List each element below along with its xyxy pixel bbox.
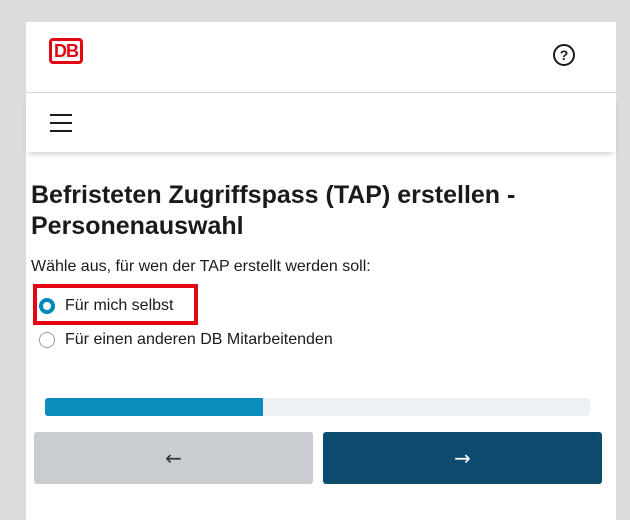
progress-fill xyxy=(45,398,263,416)
back-button[interactable]: ← xyxy=(34,432,313,484)
app-frame: DB ? Befristeten Zugriffspass (TAP) erst… xyxy=(26,22,616,520)
hamburger-menu-icon[interactable] xyxy=(50,114,72,132)
db-logo[interactable]: DB xyxy=(49,38,83,64)
option-self[interactable]: Für mich selbst xyxy=(31,294,616,318)
next-button[interactable]: → xyxy=(323,432,602,484)
radio-self[interactable] xyxy=(39,298,55,314)
progress-bar xyxy=(45,398,590,416)
option-other-employee-label: Für einen anderen DB Mitarbeitenden xyxy=(65,331,333,348)
option-other-employee[interactable]: Für einen anderen DB Mitarbeitenden xyxy=(31,328,616,352)
person-options: Für mich selbst Für einen anderen DB Mit… xyxy=(31,284,616,352)
main-content: Befristeten Zugriffspass (TAP) erstellen… xyxy=(26,152,616,352)
help-icon[interactable]: ? xyxy=(553,44,575,66)
option-self-label: Für mich selbst xyxy=(65,297,174,314)
arrow-right-icon: → xyxy=(454,446,471,470)
app-header: DB ? xyxy=(26,22,616,93)
arrow-left-icon: ← xyxy=(165,446,182,470)
selection-prompt: Wähle aus, für wen der TAP erstellt werd… xyxy=(31,258,371,275)
radio-other-employee[interactable] xyxy=(39,332,55,348)
navigation-bar xyxy=(26,93,616,152)
page-title: Befristeten Zugriffspass (TAP) erstellen… xyxy=(31,181,516,240)
